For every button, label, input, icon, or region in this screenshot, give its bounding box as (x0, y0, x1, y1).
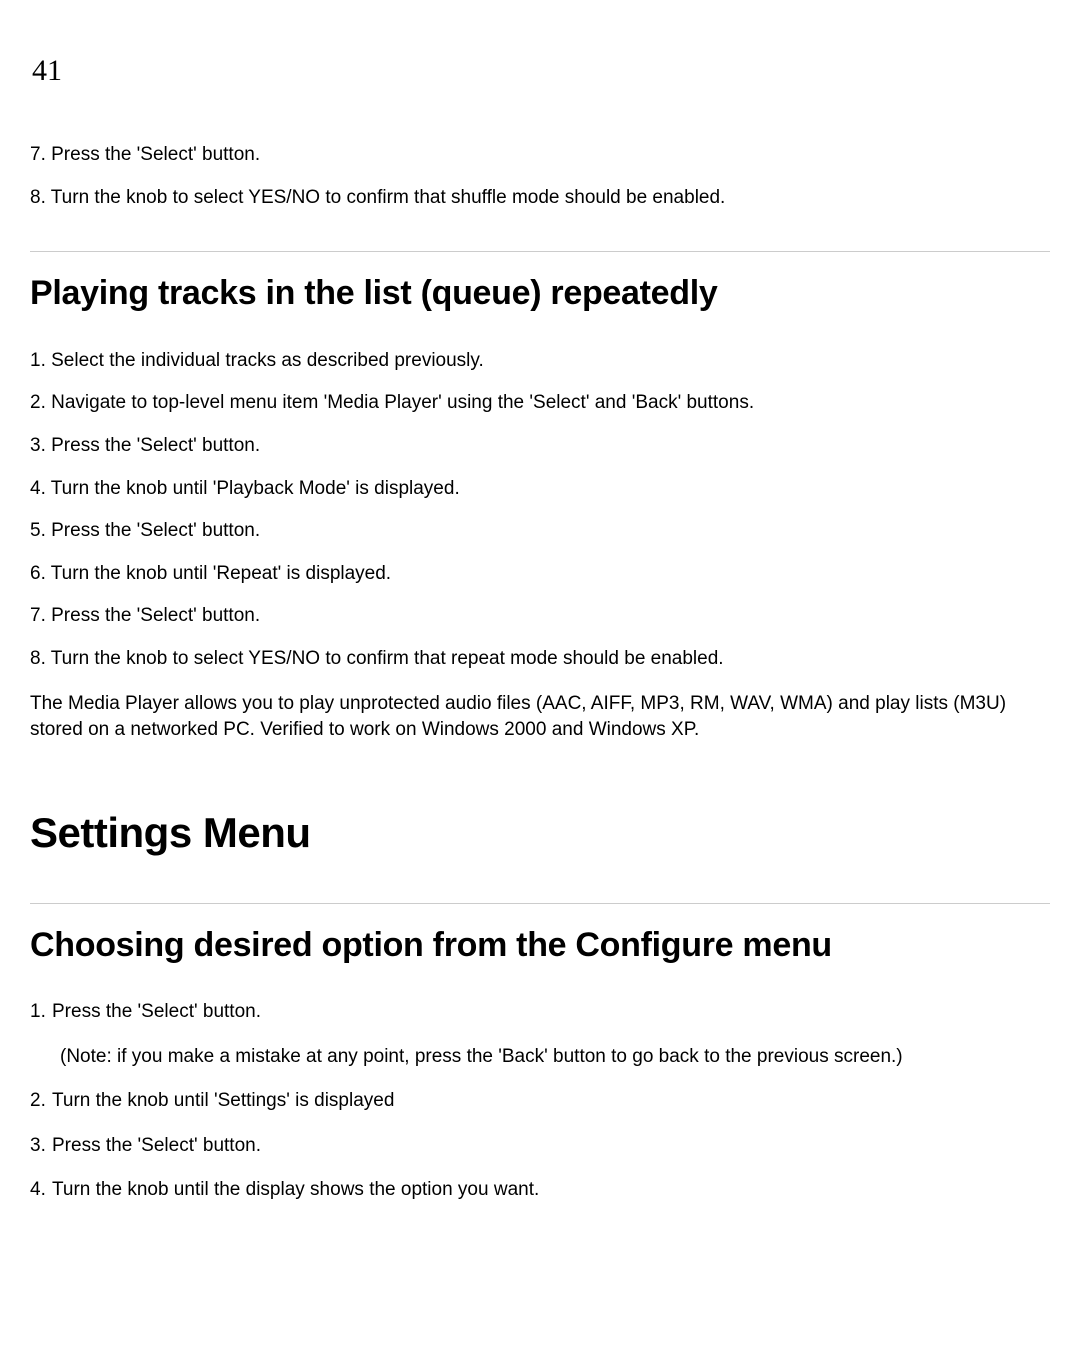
section2-heading: Playing tracks in the list (queue) repea… (30, 270, 1050, 318)
section2-step6: 6. Turn the knob until 'Repeat' is displ… (30, 561, 1050, 588)
section3-step1: 1. Press the 'Select' button. (30, 999, 1050, 1026)
section2-step2: 2. Navigate to top-level menu item 'Medi… (30, 390, 1050, 417)
section2-step3: 3. Press the 'Select' button. (30, 433, 1050, 460)
section1-step7: 7. Press the 'Select' button. (30, 142, 1050, 169)
section-divider-2 (30, 903, 1050, 904)
section2-step1: 1. Select the individual tracks as descr… (30, 348, 1050, 375)
section3-sub-heading: Choosing desired option from the Configu… (30, 922, 1050, 970)
page-number: 41 (32, 50, 1050, 92)
section2-step8: 8. Turn the knob to select YES/NO to con… (30, 646, 1050, 673)
step-number: 2. (30, 1088, 52, 1115)
section2-step4: 4. Turn the knob until 'Playback Mode' i… (30, 476, 1050, 503)
section-divider (30, 251, 1050, 252)
section3-note: (Note: if you make a mistake at any poin… (60, 1044, 1050, 1071)
section3-step3: 3. Press the 'Select' button. (30, 1133, 1050, 1160)
section3-step4: 4. Turn the knob until the display shows… (30, 1177, 1050, 1204)
step-number: 4. (30, 1177, 52, 1204)
section2-step7: 7. Press the 'Select' button. (30, 603, 1050, 630)
step-text: Press the 'Select' button. (52, 1001, 261, 1022)
section1-step8: 8. Turn the knob to select YES/NO to con… (30, 185, 1050, 212)
section3-main-heading: Settings Menu (30, 804, 1050, 863)
section3-step2: 2. Turn the knob until 'Settings' is dis… (30, 1088, 1050, 1115)
step-text: Press the 'Select' button. (52, 1135, 261, 1156)
step-text: Turn the knob until 'Settings' is displa… (52, 1090, 394, 1111)
step-number: 3. (30, 1133, 52, 1160)
section2-paragraph: The Media Player allows you to play unpr… (30, 691, 1050, 744)
step-text: Turn the knob until the display shows th… (52, 1179, 539, 1200)
step-number: 1. (30, 999, 52, 1026)
section2-step5: 5. Press the 'Select' button. (30, 518, 1050, 545)
